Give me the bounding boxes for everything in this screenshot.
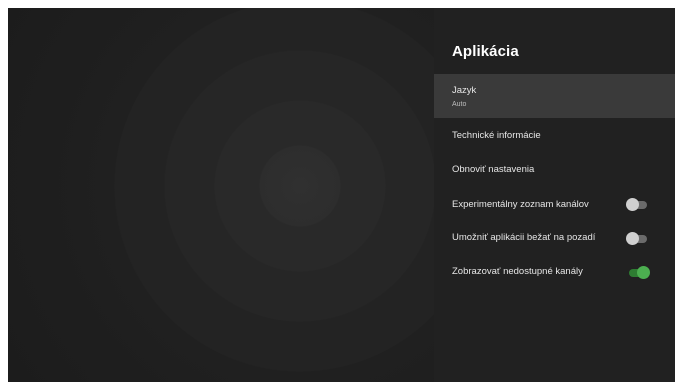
menu-item-label: Jazyk [452,85,477,96]
menu-item-technical-info[interactable]: Technické informácie [434,122,675,150]
show-unavailable-channels-toggle[interactable] [629,266,650,279]
menu-item-value: Auto [452,101,467,108]
menu-item-label: Umožniť aplikácii bežať na pozadí [452,232,596,243]
menu-item-reset-settings[interactable]: Obnoviť nastavenia [434,156,675,184]
run-in-background-toggle[interactable] [626,232,647,245]
panel-title: Aplikácia [452,43,519,60]
tv-screen: Aplikácia Jazyk Auto Technické informáci… [8,8,675,382]
menu-item-show-unavailable-channels[interactable]: Zobrazovať nedostupné kanály [434,258,675,286]
toggle-knob [626,232,639,245]
menu-item-label: Obnoviť nastavenia [452,164,535,175]
toggle-knob [626,198,639,211]
menu-item-label: Experimentálny zoznam kanálov [452,199,589,210]
menu-item-experimental-channel-list[interactable]: Experimentálny zoznam kanálov [434,190,675,218]
menu-item-run-in-background[interactable]: Umožniť aplikácii bežať na pozadí [434,224,675,252]
experimental-channel-list-toggle[interactable] [626,198,647,211]
menu-item-label: Technické informácie [452,130,541,141]
toggle-knob [637,266,650,279]
settings-panel: Aplikácia Jazyk Auto Technické informáci… [434,8,675,382]
menu-item-label: Zobrazovať nedostupné kanály [452,266,583,277]
menu-item-language[interactable]: Jazyk Auto [434,74,675,118]
